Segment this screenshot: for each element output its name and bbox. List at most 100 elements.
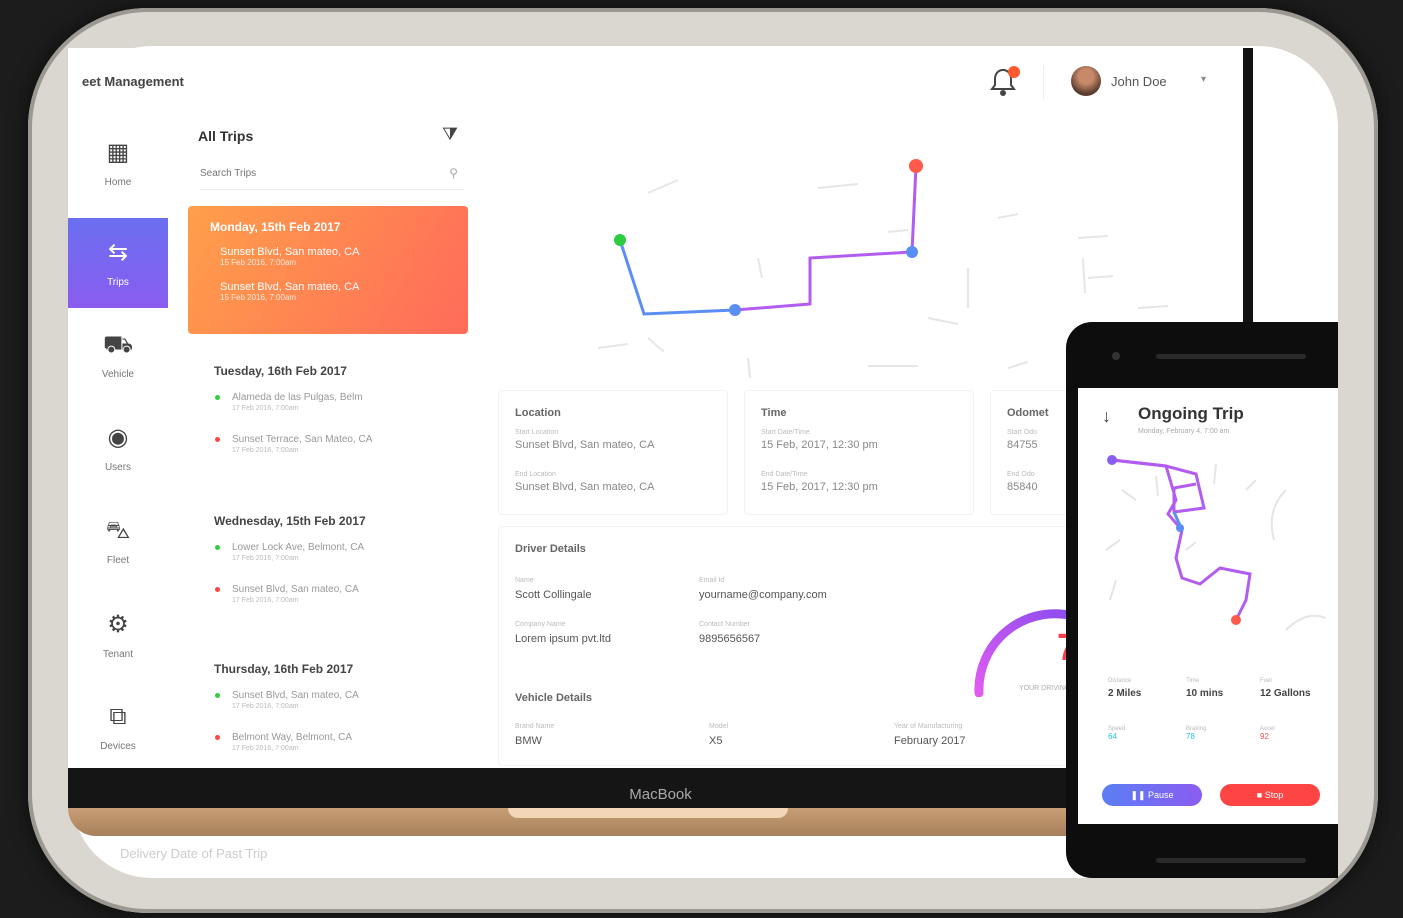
stat-key: Fuel (1260, 678, 1272, 684)
waypoint-marker (729, 304, 741, 316)
sidebar-item-label: Tenant (102, 649, 134, 660)
sidebar-item-fleet[interactable]: ⛍ Fleet (68, 496, 168, 586)
small-value: 78 (1186, 732, 1195, 741)
chevron-down-icon[interactable]: ▾ (1201, 74, 1206, 85)
trip-stop-sub: 17 Feb 2016, 7:00am (232, 447, 299, 454)
filter-icon[interactable]: ⧩ (442, 124, 458, 145)
sidebar-item-label: Users (104, 462, 132, 473)
search-box: ⚲ (200, 158, 464, 190)
below-text: Delivery Date of Past Trip (120, 846, 268, 861)
sidebar-item-label: Trips (107, 277, 129, 288)
trip-date: Tuesday, 16th Feb 2017 (214, 364, 347, 378)
tenant-icon: ⚙ (107, 611, 129, 638)
card-title: Time (761, 407, 787, 419)
trip-stop-sub: 17 Feb 2016, 7:00am (232, 405, 299, 412)
card-value: 85840 (1007, 481, 1038, 493)
card-title: Driver Details (515, 543, 586, 555)
card-key: Name (515, 577, 534, 584)
users-icon: ◉ (107, 424, 129, 451)
end-marker (1231, 615, 1241, 625)
sidebar-item-label: Devices (100, 741, 136, 752)
app-header: eet Management John Doe ▾ (68, 48, 1243, 118)
card-value: 9895656567 (699, 633, 761, 645)
card-value: 84755 (1007, 439, 1038, 451)
card-key: Start Date/Time (761, 429, 810, 436)
start-marker (1107, 455, 1117, 465)
sidebar-item-trips[interactable]: ⇆ Trips (68, 218, 168, 308)
card-key: Year of Manufacturing (894, 723, 963, 730)
devices-icon: ⧉ (109, 703, 127, 730)
trip-group[interactable]: Thursday, 16th Feb 2017 Sunset Blvd, San… (214, 662, 474, 752)
phone-home-bar (1156, 858, 1306, 863)
sidebar-item-label: Vehicle (101, 369, 135, 380)
stat-value: 12 Gallons (1260, 688, 1311, 699)
laptop-notch (508, 808, 788, 818)
phone-camera (1112, 352, 1120, 360)
sidebar-item-label: Fleet (106, 555, 130, 566)
card-key: Start Location (515, 429, 559, 436)
card-title: Location (515, 407, 561, 419)
phone-screen: ↓ Ongoing Trip Monday, February 4, 7:00 … (1078, 388, 1338, 824)
card-title: Vehicle Details (515, 692, 593, 704)
pause-button[interactable]: ❚❚ Pause (1102, 784, 1202, 806)
card-key: Start Odo (1007, 429, 1037, 436)
phone-subtitle: Monday, February 4, 7:00 am (1138, 428, 1230, 435)
stat-value: 10 mins (1186, 688, 1224, 699)
trip-stop: Sunset Blvd, San mateo, CA (220, 246, 360, 258)
card-title: Odomet (1007, 407, 1049, 419)
home-icon: ▦ (106, 139, 130, 166)
card-value: BMW (515, 735, 542, 747)
sidebar-item-users[interactable]: ◉ Users (68, 403, 168, 493)
sidebar-item-vehicle[interactable]: ⛟ Vehicle (68, 310, 168, 400)
card-value: Lorem ipsum pvt.ltd (515, 633, 611, 645)
trip-stop-sub: 17 Feb 2016, 7:00am (232, 597, 299, 604)
card-value: Scott Collingale (515, 589, 592, 601)
end-marker (909, 159, 923, 173)
trip-stop: Alameda de las Pulgas, Belm (215, 392, 474, 403)
phone-map[interactable] (1096, 450, 1336, 660)
card-value: February 2017 (894, 735, 966, 747)
start-marker (614, 234, 626, 246)
phone-title: Ongoing Trip (1138, 404, 1244, 423)
user-name[interactable]: John Doe (1111, 74, 1167, 89)
avatar[interactable] (1071, 66, 1101, 96)
search-icon[interactable]: ⚲ (449, 166, 458, 180)
trip-stop: Sunset Blvd, San mateo, CA (220, 281, 360, 293)
stop-label: Stop (1264, 790, 1284, 800)
pause-label: Pause (1148, 790, 1174, 800)
card-key: Company Name (515, 621, 566, 628)
trip-group[interactable]: Wednesday, 15th Feb 2017 Lower Lock Ave,… (214, 514, 474, 604)
driver-details-card: Driver Details Name Scott Collingale Ema… (498, 526, 1099, 766)
notification-badge (1008, 66, 1020, 78)
fleet-icon: ⛍ (105, 517, 131, 544)
location-card: Location Start Location Sunset Blvd, San… (498, 390, 728, 515)
trip-date: Monday, 15th Feb 2017 (210, 220, 341, 234)
trip-stop-sub: 15 Feb 2016, 7:00am (220, 293, 297, 302)
trip-stop: Sunset Blvd, San mateo, CA (215, 584, 474, 595)
card-value: X5 (709, 735, 723, 747)
waypoint-marker (1176, 524, 1184, 532)
selected-trip-card[interactable]: Monday, 15th Feb 2017 Sunset Blvd, San m… (188, 206, 468, 334)
trips-panel: All Trips ⧩ ⚲ Monday, 15th Feb 2017 Suns… (188, 118, 478, 768)
sidebar-item-home[interactable]: ▦ Home (68, 118, 168, 208)
card-value: Sunset Blvd, San mateo, CA (515, 439, 655, 451)
card-value: 15 Feb, 2017, 12:30 pm (761, 439, 878, 451)
card-key: End Location (515, 471, 556, 478)
card-value: yourname@company.com (699, 589, 827, 601)
trip-group[interactable]: Tuesday, 16th Feb 2017 Alameda de las Pu… (214, 364, 474, 454)
arrow-down-icon[interactable]: ↓ (1102, 406, 1111, 427)
phone-speaker (1156, 354, 1306, 359)
sidebar-item-tenant[interactable]: ⚙ Tenant (68, 590, 168, 680)
card-key: Brand Name (515, 723, 555, 730)
card-key: End Odo (1007, 471, 1035, 478)
laptop-foot (68, 808, 1188, 836)
card-key: Email Id (699, 577, 725, 584)
card-value: 15 Feb, 2017, 12:30 pm (761, 481, 878, 493)
stop-button[interactable]: ■ Stop (1220, 784, 1320, 806)
trip-stop-sub: 15 Feb 2016, 7:00am (220, 258, 297, 267)
trips-title: All Trips (198, 128, 254, 144)
app-title: eet Management (82, 74, 184, 89)
search-input[interactable] (200, 158, 420, 188)
sidebar-item-devices[interactable]: ⧉ Devices (68, 682, 168, 772)
trip-stop: Sunset Blvd, San mateo, CA (215, 690, 474, 701)
